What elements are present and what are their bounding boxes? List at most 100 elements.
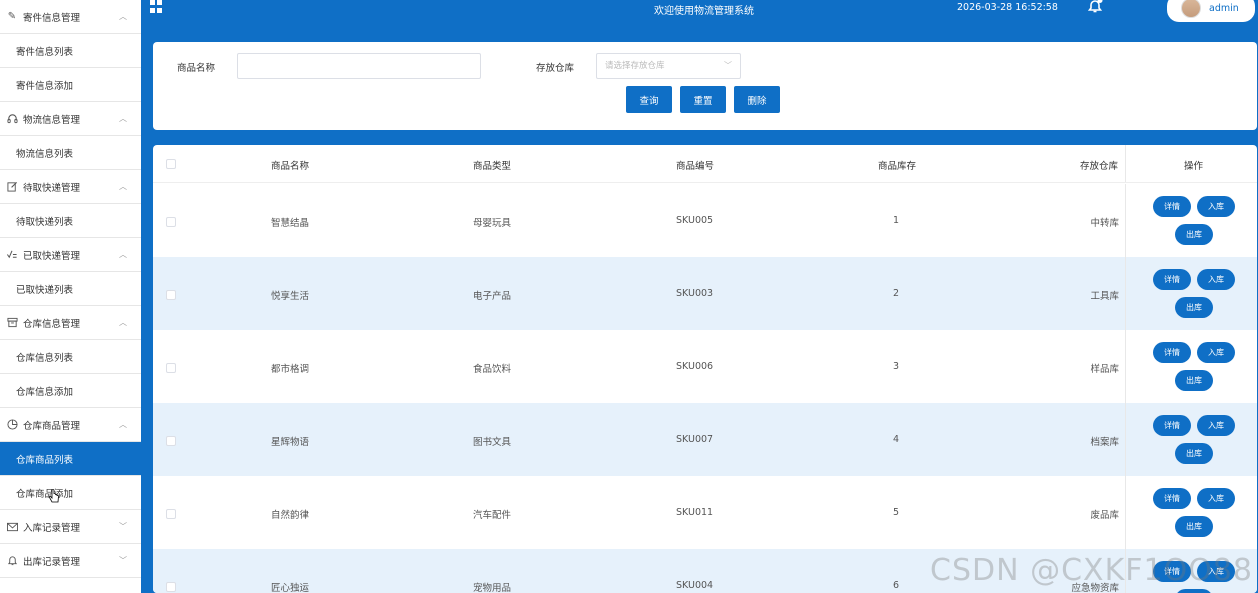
query-button[interactable]: 查询 — [626, 86, 672, 113]
menu-group-cangku[interactable]: 仓库信息管理 ︿ — [0, 306, 141, 340]
stock-out-button[interactable]: 出库 — [1175, 297, 1213, 318]
cell-type: 宠物用品 — [473, 583, 512, 593]
menu-item-shangpin-list[interactable]: 仓库商品列表 — [0, 442, 141, 476]
menu-group-chuku[interactable]: 出库记录管理 ﹀ — [0, 544, 141, 578]
menu-group-wuliu[interactable]: 物流信息管理 ︿ — [0, 102, 141, 136]
menu-item-daiqu-list[interactable]: 待取快递列表 — [0, 204, 141, 238]
cell-type: 母婴玩具 — [473, 218, 512, 229]
cell-stock: 3 — [893, 361, 900, 372]
avatar — [1181, 0, 1201, 18]
warehouse-label: 存放仓库 — [536, 63, 575, 74]
cell-warehouse: 工具库 — [1090, 291, 1119, 302]
stock-in-button[interactable]: 入库 — [1197, 342, 1235, 363]
select-all-checkbox[interactable] — [166, 159, 176, 169]
col-header-type: 商品类型 — [473, 161, 512, 172]
menu-grid-icon[interactable] — [150, 0, 163, 13]
menu-item-jijian-add[interactable]: 寄件信息添加 — [0, 68, 141, 102]
warehouse-select[interactable]: 请选择存放仓库 ﹀ — [596, 53, 741, 79]
bell-icon — [6, 555, 18, 567]
menu-group-daiqu[interactable]: 待取快递管理 ︿ — [0, 170, 141, 204]
ops-cell: 详情入库出库 — [1125, 257, 1257, 330]
cell-type: 电子产品 — [473, 291, 512, 302]
table-row[interactable]: 自然韵律 汽车配件 SKU011 5 废品库 详情 入库 出库 — [153, 476, 1257, 549]
chevron-down-icon: ﹀ — [119, 522, 127, 531]
menu-group-ruku[interactable]: 入库记录管理 ﹀ — [0, 510, 141, 544]
warehouse-select-placeholder: 请选择存放仓库 — [605, 61, 665, 71]
row-checkbox[interactable] — [166, 217, 176, 227]
menu-item-cangku-list[interactable]: 仓库信息列表 — [0, 340, 141, 374]
cell-warehouse: 样品库 — [1090, 364, 1119, 375]
menu-group-label: 仓库商品管理 — [23, 420, 81, 432]
menu-item-cangku-add[interactable]: 仓库信息添加 — [0, 374, 141, 408]
cell-name: 匠心独运 — [271, 583, 310, 593]
cell-code: SKU005 — [676, 215, 714, 226]
cell-type: 汽车配件 — [473, 510, 512, 521]
row-checkbox[interactable] — [166, 509, 176, 519]
system-title: 欢迎使用物流管理系统 — [654, 6, 754, 17]
row-checkbox[interactable] — [166, 582, 176, 592]
delete-button[interactable]: 删除 — [734, 86, 780, 113]
row-checkbox[interactable] — [166, 436, 176, 446]
cell-code: SKU007 — [676, 434, 714, 445]
stock-out-button[interactable]: 出库 — [1175, 443, 1213, 464]
cell-name: 自然韵律 — [271, 510, 310, 521]
table-row[interactable]: 悦享生活 电子产品 SKU003 2 工具库 详情 入库 出库 — [153, 257, 1257, 330]
product-table: 商品名称 商品类型 商品编号 商品库存 存放仓库 操作 智慧结晶 母婴玩具 SKU0… — [153, 145, 1257, 593]
chevron-down-icon: ﹀ — [724, 61, 732, 70]
menu-group-label: 出库记录管理 — [23, 556, 81, 568]
cell-warehouse: 废品库 — [1090, 510, 1119, 521]
cell-code: SKU004 — [676, 580, 714, 591]
stock-in-button[interactable]: 入库 — [1197, 196, 1235, 217]
stock-out-button[interactable]: 出库 — [1175, 516, 1213, 537]
cell-stock: 5 — [893, 507, 900, 518]
detail-button[interactable]: 详情 — [1153, 488, 1191, 509]
mail-icon — [6, 521, 18, 533]
stock-out-button[interactable]: 出库 — [1175, 224, 1213, 245]
product-name-input[interactable] — [237, 53, 481, 79]
stock-in-button[interactable]: 入库 — [1197, 269, 1235, 290]
stock-out-button[interactable]: 出库 — [1175, 370, 1213, 391]
detail-button[interactable]: 详情 — [1153, 196, 1191, 217]
box-icon — [6, 317, 18, 329]
menu-group-shangpin[interactable]: 仓库商品管理 ︿ — [0, 408, 141, 442]
cell-name: 都市格调 — [271, 364, 310, 375]
pie-chart-icon — [6, 419, 18, 431]
chevron-up-icon: ︿ — [119, 182, 127, 191]
menu-group-label: 物流信息管理 — [23, 114, 81, 126]
chevron-up-icon: ︿ — [119, 250, 127, 259]
check-list-icon — [6, 249, 18, 261]
user-name: admin — [1209, 2, 1239, 14]
detail-button[interactable]: 详情 — [1153, 269, 1191, 290]
menu-item-wuliu-list[interactable]: 物流信息列表 — [0, 136, 141, 170]
table-header: 商品名称 商品类型 商品编号 商品库存 存放仓库 操作 — [153, 145, 1257, 183]
menu-item-label: 仓库商品添加 — [16, 488, 74, 500]
menu-group-label: 待取快递管理 — [23, 182, 81, 194]
reset-button[interactable]: 重置 — [680, 86, 726, 113]
chevron-up-icon: ︿ — [119, 420, 127, 429]
menu-group-yiqu[interactable]: 已取快递管理 ︿ — [0, 238, 141, 272]
ops-cell: 详情入库出库 — [1125, 476, 1257, 549]
user-menu[interactable]: admin — [1167, 0, 1255, 22]
notification-bell-icon[interactable] — [1087, 0, 1103, 14]
pen-icon: ✎ — [7, 11, 17, 22]
ops-cell: 详情入库出库 — [1125, 184, 1257, 257]
menu-group-jijian[interactable]: ✎ 寄件信息管理 ︿ — [0, 0, 141, 34]
ops-cell: 详情入库出库 — [1125, 403, 1257, 476]
cell-warehouse: 中转库 — [1090, 218, 1119, 229]
stock-in-button[interactable]: 入库 — [1197, 488, 1235, 509]
menu-item-jijian-list[interactable]: 寄件信息列表 — [0, 34, 141, 68]
table-row[interactable]: 智慧结晶 母婴玩具 SKU005 1 中转库 详情 入库 出库 — [153, 184, 1257, 257]
menu-group-label: 寄件信息管理 — [23, 12, 81, 24]
row-checkbox[interactable] — [166, 363, 176, 373]
menu-item-shangpin-add[interactable]: 仓库商品添加 — [0, 476, 141, 510]
table-row[interactable]: 星辉物语 图书文具 SKU007 4 档案库 详情 入库 出库 — [153, 403, 1257, 476]
menu-group-label: 入库记录管理 — [23, 522, 81, 534]
menu-item-yiqu-list[interactable]: 已取快递列表 — [0, 272, 141, 306]
stock-out-button[interactable]: 出库 — [1175, 589, 1213, 593]
cell-type: 图书文具 — [473, 437, 512, 448]
stock-in-button[interactable]: 入库 — [1197, 415, 1235, 436]
detail-button[interactable]: 详情 — [1153, 415, 1191, 436]
table-row[interactable]: 都市格调 食品饮料 SKU006 3 样品库 详情 入库 出库 — [153, 330, 1257, 403]
detail-button[interactable]: 详情 — [1153, 342, 1191, 363]
row-checkbox[interactable] — [166, 290, 176, 300]
